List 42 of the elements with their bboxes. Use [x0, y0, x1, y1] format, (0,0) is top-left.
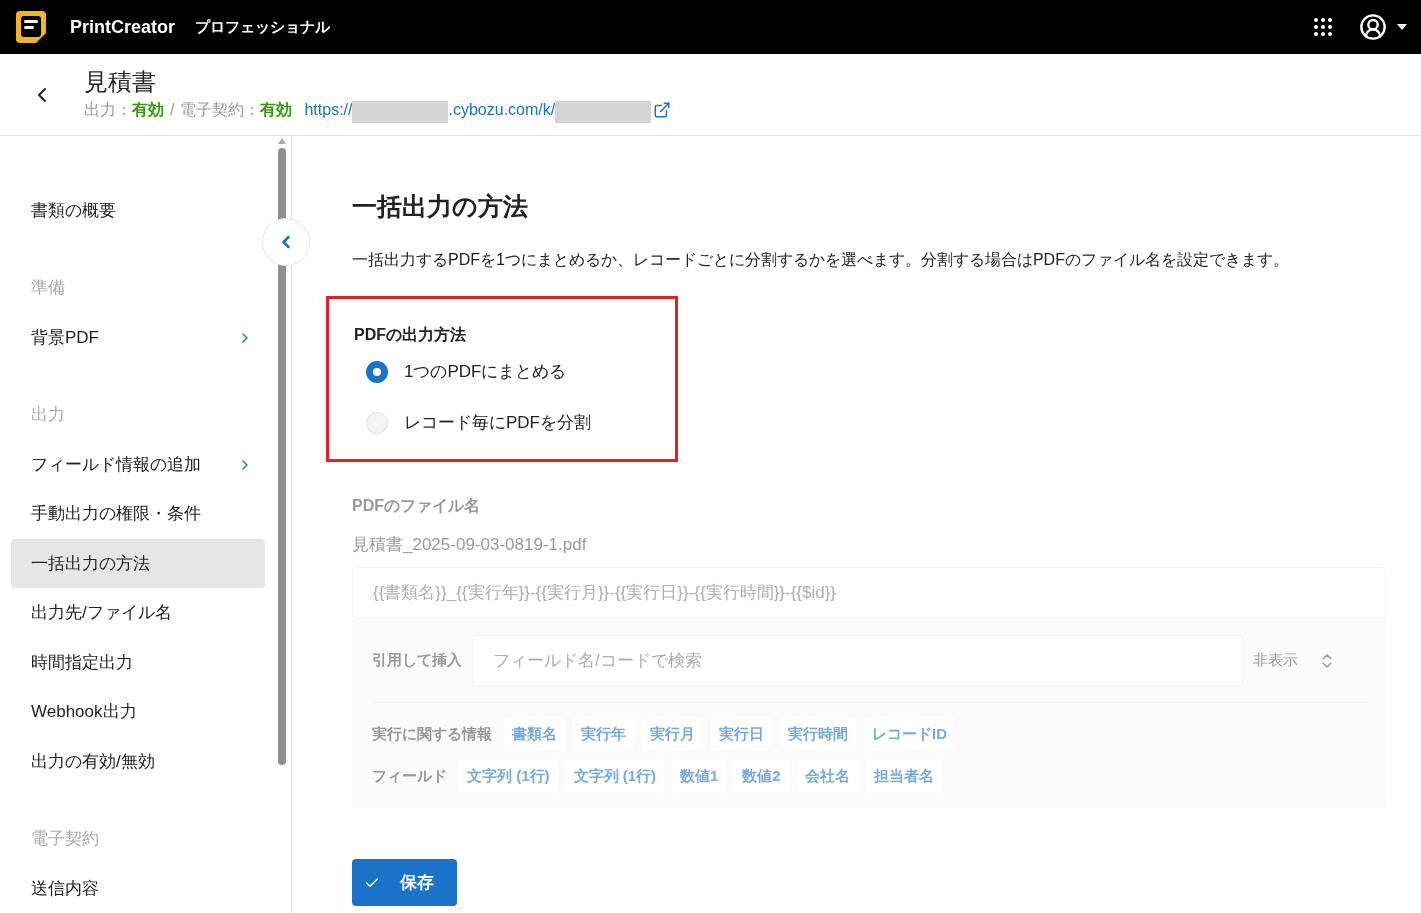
- radio-button[interactable]: [366, 412, 388, 434]
- sidebar-item[interactable]: 一括出力の方法: [11, 538, 265, 589]
- chip-group-label: フィールド: [372, 765, 447, 786]
- section-title: 一括出力の方法: [352, 191, 529, 222]
- radio-button[interactable]: [366, 361, 388, 383]
- insert-label: 引用して挿入: [372, 650, 463, 671]
- status-separator: /: [170, 99, 175, 120]
- sidebar-section-label: 出力: [30, 404, 66, 427]
- sidebar-item[interactable]: 時間指定出力: [11, 637, 265, 688]
- apps-grid-icon[interactable]: [1311, 15, 1335, 39]
- sidebar-section-label: 電子契約: [30, 828, 100, 851]
- sidebar-item[interactable]: 出力の有効/無効: [11, 736, 265, 787]
- url-link[interactable]: https://: [304, 97, 353, 122]
- radio-label[interactable]: 1つのPDFにまとめる: [404, 359, 567, 385]
- sidebar-item[interactable]: 送信内容: [11, 863, 265, 913]
- sidebar-item[interactable]: 背景PDF: [11, 312, 265, 363]
- sidebar-section-label: 準備: [30, 277, 66, 300]
- sidebar-item[interactable]: Webhook出力: [11, 687, 265, 737]
- sidebar-item[interactable]: 手動出力の権限・条件: [11, 489, 265, 539]
- output-method-title: PDFの出力方法: [354, 324, 467, 345]
- file-name-preview: 見積書_2025-09-03-0819-1.pdf: [352, 533, 588, 556]
- chip-group-label: 実行に関する情報: [372, 723, 492, 744]
- external-link-icon[interactable]: [653, 100, 672, 119]
- app-name: PrintCreator: [70, 15, 176, 39]
- url-link[interactable]: .cybozu.com/k/: [448, 97, 556, 122]
- status-label: 電子契約：: [180, 99, 261, 120]
- status-label: 出力：: [84, 99, 132, 120]
- sidebar-item[interactable]: 書類の概要: [11, 186, 265, 236]
- radio-label[interactable]: レコード毎にPDFを分割: [404, 410, 591, 436]
- caret-icon[interactable]: [1397, 24, 1407, 30]
- status-value: 有効: [132, 99, 164, 120]
- sidebar-item[interactable]: フィールド情報の追加: [11, 439, 265, 490]
- user-avatar-icon[interactable]: [1359, 13, 1387, 41]
- collapse-sidebar-button[interactable]: [262, 218, 310, 266]
- sidebar-item[interactable]: 出力先/ファイル名: [11, 588, 265, 638]
- app-edition: プロフェッショナル: [195, 16, 331, 37]
- file-name-title: PDFのファイル名: [352, 495, 481, 516]
- save-button[interactable]: 保存: [352, 859, 457, 906]
- section-description: 一括出力するPDFを1つにまとめるか、レコードごとに分割するかを選べます。分割する場合はPDFのファイル名を設定できます。: [352, 249, 1290, 270]
- app-logo-icon: [14, 9, 48, 45]
- status-value: 有効: [260, 99, 293, 120]
- document-title: 見積書: [84, 66, 157, 97]
